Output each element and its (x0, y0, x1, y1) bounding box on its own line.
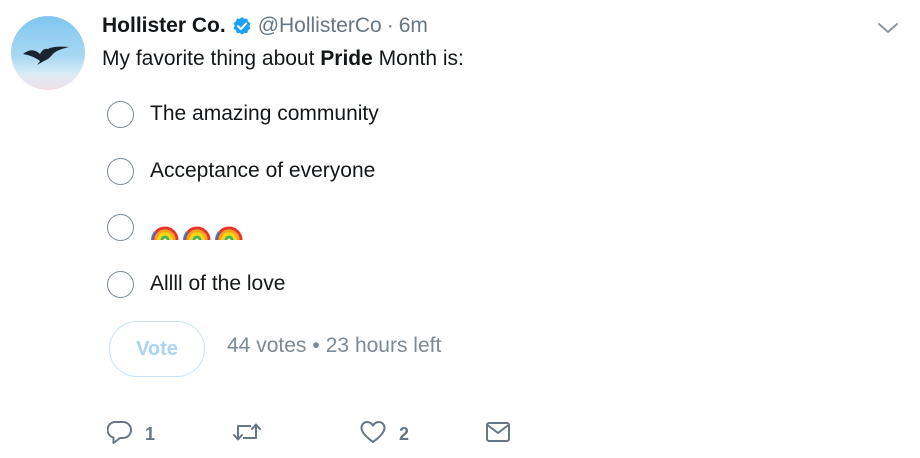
verified-badge-icon (232, 16, 252, 36)
poll-meta: 44 votes • 23 hours left (227, 334, 441, 358)
tweet-text-start: My favorite thing about (102, 47, 321, 70)
poll-option-rainbows (150, 213, 244, 241)
tweet-text-end: Month is: (372, 47, 464, 70)
poll-option[interactable]: Acceptance of everyone (107, 155, 375, 187)
poll-radio[interactable] (107, 270, 134, 298)
retweet-action[interactable] (231, 420, 275, 448)
avatar[interactable] (11, 16, 85, 90)
reply-count: 1 (145, 423, 156, 444)
poll-radio[interactable] (107, 157, 134, 185)
reply-action[interactable]: 1 (106, 419, 156, 450)
poll-option[interactable]: The amazing community (107, 98, 379, 130)
poll-option-label: Allll of the love (150, 272, 286, 295)
retweet-icon[interactable] (231, 419, 263, 450)
poll-option-label: The amazing community (150, 102, 379, 125)
author-name[interactable]: Hollister Co. (102, 12, 226, 40)
tweet-text: My favorite thing about Pride Month is: (102, 44, 464, 74)
like-count: 2 (399, 423, 410, 444)
poll-option[interactable]: Allll of the love (107, 268, 285, 300)
tweet-text-bold: Pride (320, 47, 373, 70)
rainbow-emoji-icon (215, 226, 243, 241)
reply-icon[interactable] (106, 419, 133, 450)
vote-button[interactable]: Vote (109, 321, 205, 377)
rainbow-emoji-icon (151, 226, 179, 241)
poll-meta-separator: • (312, 334, 320, 357)
dm-action[interactable] (485, 420, 511, 448)
seagull-logo-icon (23, 46, 69, 65)
poll-option-label: Acceptance of everyone (150, 159, 376, 182)
header-separator: · (386, 14, 394, 37)
envelope-icon[interactable] (485, 420, 511, 449)
author-handle[interactable]: @HollisterCo (258, 12, 382, 40)
poll-option[interactable] (107, 211, 244, 243)
tweet-timestamp[interactable]: 6m (399, 12, 428, 40)
poll-time-left: 23 hours left (325, 334, 442, 357)
heart-icon[interactable] (359, 419, 387, 450)
poll-radio[interactable] (107, 213, 134, 241)
vote-count: 44 votes (227, 334, 307, 357)
rainbow-emoji-icon (183, 226, 211, 241)
chevron-down-icon[interactable] (876, 18, 900, 38)
like-action[interactable]: 2 (359, 420, 409, 448)
poll-radio[interactable] (107, 100, 134, 128)
tweet-header: Hollister Co. @HollisterCo · 6m (102, 12, 428, 40)
